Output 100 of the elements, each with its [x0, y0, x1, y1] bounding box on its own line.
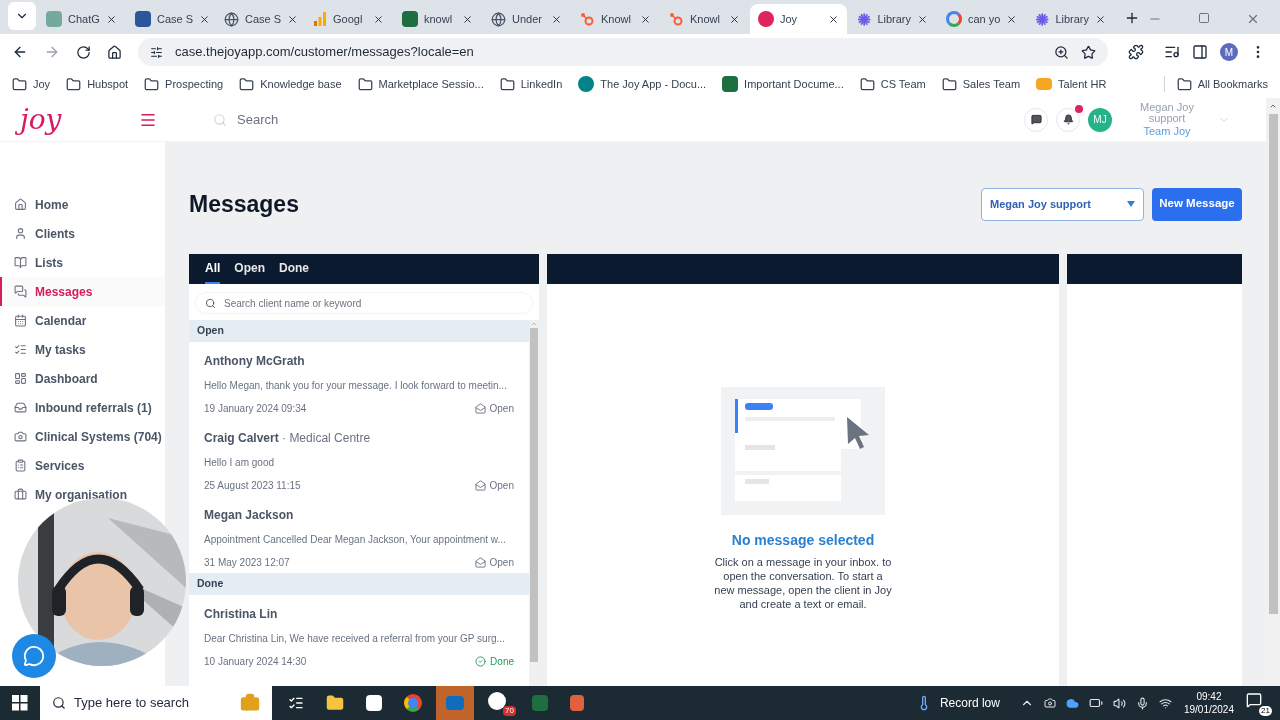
cloud-icon[interactable] — [1065, 696, 1079, 710]
message-item[interactable]: Christina Lin Dear Christina Lin, We have received a referral from your GP surg... 10 January 2024 14:30 Done — [189, 595, 529, 672]
browser-tab[interactable]: Knowl — [661, 4, 748, 34]
chat-app-icon[interactable] — [488, 692, 506, 710]
folder-icon — [499, 76, 515, 92]
bookmark-label: CS Team — [880, 76, 926, 92]
mic-icon[interactable] — [1135, 696, 1149, 710]
profile-avatar[interactable]: M — [1220, 43, 1238, 61]
task-view-icon[interactable] — [288, 695, 304, 711]
zoom-icon[interactable] — [1054, 44, 1069, 60]
extensions-icon[interactable] — [1128, 44, 1144, 60]
close-icon[interactable] — [828, 13, 839, 25]
address-bar[interactable]: case.thejoyapp.com/customer/messages?locale=en — [138, 38, 1108, 66]
sidebar-item[interactable]: My tasks — [0, 335, 165, 364]
new-message-button[interactable]: New Message — [1152, 187, 1242, 221]
windows-icon[interactable] — [12, 695, 28, 711]
inbox-tab[interactable]: All — [205, 254, 221, 284]
speech-bubble-icon — [1030, 114, 1042, 125]
browser-tab[interactable]: can yo — [938, 4, 1025, 34]
reload-icon[interactable] — [76, 44, 91, 60]
browser-tab[interactable]: Googl — [305, 4, 392, 34]
browser-tab[interactable]: Library — [1027, 4, 1114, 34]
sidebar-item[interactable]: Messages — [0, 277, 165, 306]
bookmark[interactable]: Important Docume... — [722, 75, 844, 93]
bookmark-label: Joy — [33, 76, 51, 92]
close-icon[interactable] — [917, 13, 928, 25]
sidebar-item[interactable]: Dashboard — [0, 364, 165, 393]
browser-icon[interactable] — [404, 694, 422, 712]
camera-icon[interactable] — [1043, 697, 1056, 709]
wifi-icon[interactable] — [1158, 696, 1172, 710]
sidebar-item[interactable]: Home — [0, 190, 165, 219]
sketch-app-icon[interactable] — [570, 695, 584, 711]
sidebar-item[interactable]: Lists — [0, 248, 165, 277]
message-item[interactable]: Anthony McGrath Hello Megan, thank you for your message. I look forward to meetin... 19 January 2024 09:34 Open — [189, 342, 529, 419]
joy-logo[interactable]: joy — [16, 99, 66, 140]
notification-center-icon[interactable] — [1246, 692, 1262, 708]
bookmark-label: Sales Team — [962, 76, 1021, 92]
search-field[interactable]: Search — [213, 109, 513, 130]
close-icon[interactable] — [1006, 13, 1018, 25]
sidebar-item[interactable]: Clinical Systems (704) — [0, 422, 165, 451]
browser-tab[interactable]: ChatG — [38, 4, 125, 34]
client-name: Craig Calvert · Medical Centre — [204, 430, 372, 447]
store-icon[interactable] — [366, 695, 382, 711]
sidebar-item[interactable]: Clients — [0, 219, 165, 248]
maximize-icon[interactable] — [1198, 12, 1210, 24]
bookmark[interactable]: Prospecting — [144, 75, 224, 93]
message-item[interactable]: Megan Jackson Appointment Cancelled Dear Megan Jackson, Your appointment w... 31 May 2023 12:07 Open — [189, 496, 529, 573]
close-icon[interactable] — [373, 13, 384, 25]
close-icon[interactable] — [551, 13, 562, 25]
media-icon[interactable] — [1164, 44, 1180, 60]
volume-icon[interactable] — [1112, 696, 1126, 710]
bookmark[interactable]: Sales Team — [941, 75, 1021, 93]
taskbar-search-field[interactable]: Type here to search — [74, 693, 232, 713]
bookmark[interactable]: CS Team — [859, 75, 926, 93]
folder-icon — [357, 76, 373, 92]
site-settings-icon[interactable] — [150, 45, 163, 59]
bookmark[interactable]: Joy — [12, 75, 51, 93]
close-icon[interactable] — [287, 13, 299, 25]
sidebar-item[interactable]: Inbound referrals (1) — [0, 393, 165, 422]
close-icon[interactable] — [640, 13, 651, 25]
page-scrollbar[interactable] — [1266, 98, 1280, 686]
bookmark[interactable]: LinkedIn — [499, 75, 563, 93]
bookmark-star-icon[interactable] — [1081, 44, 1096, 60]
sidebar-item[interactable]: Calendar — [0, 306, 165, 335]
close-icon[interactable] — [462, 13, 473, 25]
browser-tab[interactable]: Case S — [216, 4, 303, 34]
inbox-tab[interactable]: Done — [279, 254, 309, 284]
new-tab-icon[interactable] — [1124, 10, 1140, 26]
browser-tab[interactable]: Knowl — [572, 4, 659, 34]
folder-icon[interactable] — [326, 694, 344, 712]
taskbar-search-box[interactable]: Type here to search — [40, 686, 272, 720]
back-icon[interactable] — [12, 44, 28, 60]
bookmark[interactable]: Talent HR — [1036, 75, 1107, 93]
all-bookmarks[interactable]: All Bookmarks — [1197, 75, 1268, 93]
home-icon[interactable] — [107, 44, 122, 60]
close-icon[interactable] — [199, 13, 211, 25]
bookmark[interactable]: Knowledge base — [239, 75, 342, 93]
close-icon[interactable] — [106, 13, 117, 25]
close-icon[interactable] — [729, 13, 740, 25]
browser-tab[interactable]: Under — [483, 4, 570, 34]
scroll-up-icon[interactable] — [1269, 102, 1277, 110]
url-text: case.thejoyapp.com/customer/messages?locale=en — [175, 43, 475, 62]
scrollbar[interactable] — [529, 320, 539, 686]
bookmark[interactable]: Hubspot — [66, 75, 129, 93]
sidebar-item[interactable]: Services — [0, 451, 165, 480]
side-panel-icon[interactable] — [1192, 44, 1208, 60]
browser-tab[interactable]: Library — [849, 4, 936, 34]
chat-support-button[interactable] — [12, 634, 56, 678]
browser-tab[interactable]: Case S — [127, 4, 214, 34]
inbox-select[interactable]: Megan Joy support — [981, 187, 1144, 221]
browser-tab[interactable]: Joy — [750, 4, 847, 34]
inbox-search-field[interactable]: Search client name or keyword — [195, 292, 533, 314]
bookmark[interactable]: The Joy App - Docu... — [578, 75, 707, 93]
bookmark[interactable]: Marketplace Sessio... — [357, 75, 484, 93]
browser-tab[interactable]: knowl — [394, 4, 481, 34]
sidebar-item[interactable]: My organisation — [0, 480, 165, 509]
message-item[interactable]: Craig Calvert · Medical Centre Hello I am good 25 August 2023 11:15 Open — [189, 419, 529, 496]
battery-icon[interactable] — [1088, 696, 1103, 710]
close-icon[interactable] — [1095, 13, 1106, 25]
inbox-tab[interactable]: Open — [234, 254, 265, 284]
